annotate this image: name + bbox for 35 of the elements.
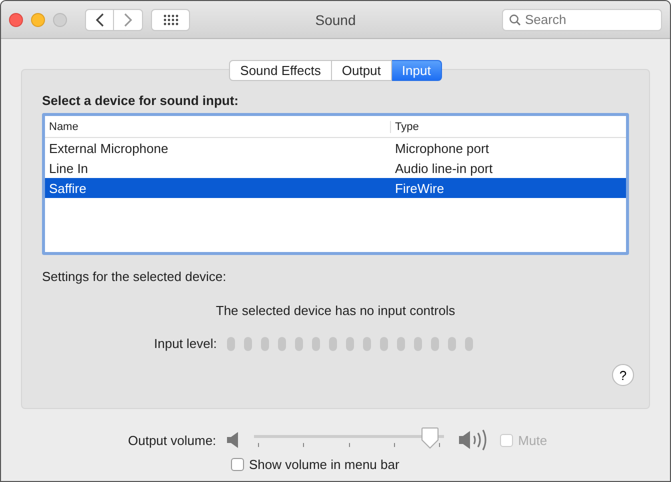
search-icon [509, 14, 521, 26]
zoom-button[interactable] [53, 12, 67, 26]
minimize-button[interactable] [31, 12, 45, 26]
window-title: Sound [315, 12, 356, 28]
speaker-low-icon [226, 431, 240, 449]
search-field[interactable]: Search [502, 8, 662, 30]
tab[interactable]: Input [392, 60, 442, 81]
device-row[interactable]: External Microphone Microphone port [45, 138, 626, 158]
status-message: The selected device has no input controls [214, 303, 456, 318]
table-cell-text: Microphone port [394, 140, 489, 156]
column-header[interactable]: Type [391, 120, 419, 132]
table-cell-text: Audio line-in port [394, 160, 493, 176]
help-button[interactable]: ? [612, 364, 634, 386]
grid-icon [162, 14, 178, 26]
table-cell-text: Line In [48, 160, 90, 176]
back-button[interactable] [85, 8, 114, 30]
column-header[interactable]: Name [45, 120, 391, 132]
device-row[interactable]: Line In Audio line-in port [45, 158, 626, 178]
close-button[interactable] [9, 12, 23, 26]
slider-thumb[interactable] [420, 427, 439, 449]
tab[interactable]: Sound Effects [229, 60, 332, 81]
settings-label: Settings for the selected device: [42, 269, 228, 284]
search-input[interactable]: Search [525, 12, 645, 27]
show-volume-checkbox[interactable]: Show volume in menu bar [231, 457, 400, 472]
back-icon [94, 12, 104, 26]
table-cell-text: FireWire [394, 180, 444, 196]
table-cell-text: External Microphone [48, 140, 170, 156]
tab[interactable]: Output [332, 60, 392, 81]
table-cell-text: Saffire [48, 180, 88, 196]
device-row[interactable]: Saffire FireWire [45, 178, 626, 198]
show-all-button[interactable] [151, 8, 190, 30]
input-level-label: Input level: [154, 336, 217, 351]
section-heading: Select a device for sound input: [42, 93, 240, 108]
forward-icon [123, 12, 133, 26]
output-volume-label: Output volume: [128, 432, 216, 448]
